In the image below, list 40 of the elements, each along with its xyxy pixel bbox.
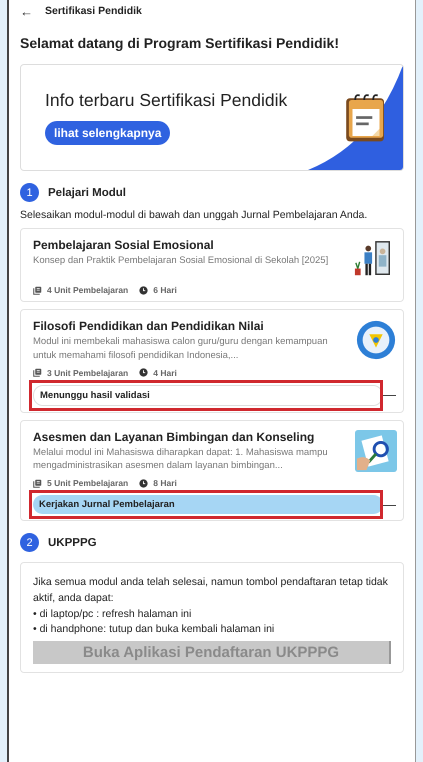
leader-line xyxy=(383,395,396,396)
page-title: Sertifikasi Pendidik xyxy=(45,5,142,17)
journal-button[interactable]: Kerjakan Jurnal Pembelajaran xyxy=(33,495,383,514)
module-title: Asesmen dan Layanan Bimbingan dan Konseling xyxy=(33,430,316,444)
see-more-button[interactable]: lihat selengkapnya xyxy=(45,121,170,145)
magnifier-illustration xyxy=(355,430,397,472)
instruction-item: • di laptop/pc : refresh halaman ini xyxy=(33,606,192,622)
book-stack-icon xyxy=(33,478,42,488)
validation-status: Menunggu hasil validasi xyxy=(33,384,383,406)
unit-count: 5 Unit Pembelajaran xyxy=(47,478,128,488)
duration: 6 Hari xyxy=(153,285,177,295)
clock-icon xyxy=(139,368,148,378)
step-number-badge: 2 xyxy=(20,533,39,552)
step-description: Selesaikan modul-modul di bawah dan unggah Jurnal Pembelajaran Anda. xyxy=(20,209,368,221)
welcome-heading: Selamat datang di Program Sertifikasi Pendidik! xyxy=(20,35,340,51)
back-button[interactable]: ← xyxy=(20,4,33,18)
info-text: Jika semua modul anda telah selesai, namun tombol pendaftaran tetap tidak aktif, anda dapat: xyxy=(33,575,389,606)
step-number-badge: 1 xyxy=(20,183,39,202)
book-stack-icon xyxy=(33,368,42,378)
clock-icon xyxy=(139,286,148,294)
module-card[interactable] xyxy=(20,309,404,413)
module-title: Filosofi Pendidikan dan Pendidikan Nilai xyxy=(33,319,265,333)
module-description: Modul ini membekali mahasiswa calon guru/guru dengan kemampuan untuk memahami filosofi pendidikan Indonesia,... xyxy=(33,335,329,363)
clock-icon xyxy=(139,478,148,488)
book-stack-icon xyxy=(33,286,42,294)
emblem-icon xyxy=(355,319,397,361)
unit-count: 3 Unit Pembelajaran xyxy=(47,368,128,378)
step-title: UKPPPG xyxy=(48,536,97,549)
duration: 4 Hari xyxy=(153,368,177,378)
unit-count: 4 Unit Pembelajaran xyxy=(47,285,128,295)
module-title: Pembelajaran Sosial Emosional xyxy=(33,238,215,252)
module-description: Melalui modul ini Mahasiswa diharapkan dapat: 1. Mahasiswa mampu mengadministrasikan asesmen dalam layanan bimbingan... xyxy=(33,446,329,474)
module-description: Konsep dan Praktik Pembelajaran Sosial Emosional di Sekolah [2025] xyxy=(33,254,330,268)
duration: 8 Hari xyxy=(153,478,177,488)
step-title: Pelajari Modul xyxy=(48,186,126,198)
leader-line xyxy=(383,504,396,506)
banner-title: Info terbaru Sertifikasi Pendidik xyxy=(45,90,288,111)
instruction-item: • di handphone: tutup dan buka kembali halaman ini xyxy=(33,622,276,638)
module-card[interactable]: Pembelajaran Sosial Emosional Konsep dan Praktik Pembelajaran Sosial Emosional di Sekolah [2025] 4 Unit Pembelajaran 6 Hari xyxy=(20,228,404,302)
module-card[interactable] xyxy=(20,420,404,522)
